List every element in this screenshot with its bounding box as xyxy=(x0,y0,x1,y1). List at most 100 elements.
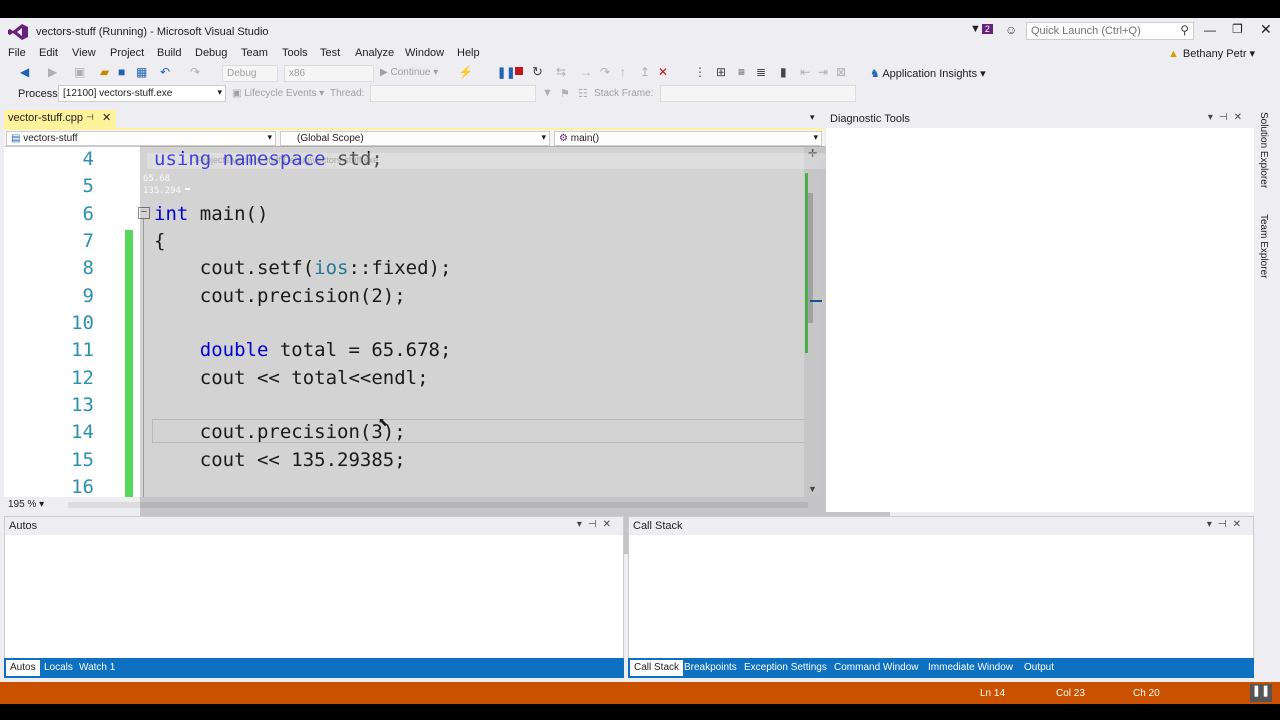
clear-bookmarks-icon[interactable]: ⊠ xyxy=(836,65,846,79)
pin-icon[interactable]: ⊣ xyxy=(86,112,94,123)
flag-icon[interactable]: ⚑ xyxy=(560,87,570,100)
next-bookmark-icon[interactable]: ⇥ xyxy=(818,65,828,79)
line-number: 8 xyxy=(82,257,94,279)
process-select[interactable]: [12100] vectors-stuff.exe ▾ xyxy=(58,85,226,102)
tab-exception-settings[interactable]: Exception Settings xyxy=(740,660,831,676)
panel-controls[interactable]: ▾⊣✕ xyxy=(1208,112,1248,123)
call-stack-header: Call Stack ▾⊣✕ xyxy=(629,517,1253,535)
menu-test[interactable]: Test xyxy=(320,47,340,59)
uncomment-icon[interactable]: ≣ xyxy=(756,65,766,79)
quick-launch-placeholder: Quick Launch (Ctrl+Q) xyxy=(1031,25,1141,37)
break-all-icon[interactable]: ❚❚ xyxy=(497,66,515,79)
tab-immediate-window[interactable]: Immediate Window xyxy=(924,660,1017,676)
menu-team[interactable]: Team xyxy=(241,47,268,59)
panel-controls[interactable]: ▾⊣✕ xyxy=(577,519,617,530)
save-icon[interactable]: ■ xyxy=(118,65,125,79)
menu-debug[interactable]: Debug xyxy=(195,47,227,59)
threads-icon[interactable]: ⋮ xyxy=(694,65,706,79)
menu-window[interactable]: Window xyxy=(405,47,444,59)
solution-config-select[interactable]: Debug xyxy=(222,65,278,82)
line-number: 13 xyxy=(71,394,94,416)
panel-title: Diagnostic Tools xyxy=(830,113,910,125)
tab-label: vector-stuff.cpp xyxy=(8,112,83,124)
menu-build[interactable]: Build xyxy=(157,47,181,59)
redo-icon[interactable]: ↷ xyxy=(190,65,200,79)
restart-icon[interactable]: ↻ xyxy=(532,64,543,80)
back-icon[interactable]: ◀ xyxy=(20,65,29,79)
new-project-icon[interactable]: ▣ xyxy=(74,65,85,79)
tab-output[interactable]: Output xyxy=(1020,660,1058,676)
function-icon: ⚙ xyxy=(559,133,568,144)
tab-call-stack[interactable]: Call Stack xyxy=(630,660,684,676)
menu-file[interactable]: File xyxy=(8,47,26,59)
pause-icon[interactable]: ❚❚ xyxy=(1250,684,1272,702)
step-back-icon[interactable]: ↥ xyxy=(640,65,650,79)
hex-icon[interactable]: ⊞ xyxy=(716,65,726,79)
quick-launch-input[interactable]: Quick Launch (Ctrl+Q) ⚲ xyxy=(1026,22,1194,40)
chevron-down-icon: ▾ xyxy=(541,132,546,142)
close-window-button[interactable]: ✕ xyxy=(1260,21,1272,38)
thread-select[interactable] xyxy=(370,85,536,102)
feedback-icon[interactable]: ☺ xyxy=(1005,23,1017,37)
project-select[interactable]: ▤ vectors-stuff ▾ xyxy=(6,131,276,146)
tab-breakpoints[interactable]: Breakpoints xyxy=(680,660,741,676)
tab-locals[interactable]: Locals xyxy=(40,660,77,676)
comment-icon[interactable]: ≡ xyxy=(738,65,745,79)
console-window[interactable]: ...\Projects\vectors-stuff\Debug\vectors… xyxy=(140,146,890,554)
menu-help[interactable]: Help xyxy=(457,47,480,59)
member-combo-label: main() xyxy=(570,133,600,144)
menu-analyze[interactable]: Analyze xyxy=(355,47,394,59)
hot-reload-icon[interactable]: ⚡ xyxy=(458,65,473,79)
show-next-statement-icon[interactable]: ⇆ xyxy=(556,65,566,79)
minimize-button[interactable]: — xyxy=(1204,23,1216,37)
navigation-bar: ▤ vectors-stuff ▾ (Global Scope) ▾ ⚙ main(… xyxy=(4,130,824,147)
step-out-icon[interactable]: ↑ xyxy=(620,65,626,79)
step-over-icon[interactable]: ↷ xyxy=(600,65,610,79)
menu-edit[interactable]: Edit xyxy=(39,47,58,59)
line-number: 5 xyxy=(82,175,94,197)
scope-select[interactable]: (Global Scope) ▾ xyxy=(280,131,550,146)
continue-button[interactable]: ▶ Continue ▾ xyxy=(380,67,438,78)
menu-view[interactable]: View xyxy=(72,47,96,59)
stop-debugging-icon[interactable] xyxy=(515,67,523,75)
prev-bookmark-icon[interactable]: ⇤ xyxy=(800,65,810,79)
close-icon[interactable]: ✕ xyxy=(102,111,111,124)
menu-project[interactable]: Project xyxy=(110,47,144,59)
stack-frame-select[interactable] xyxy=(660,85,856,102)
lifecycle-events-button[interactable]: ▣ Lifecycle Events ▾ xyxy=(232,88,324,99)
user-account[interactable]: ▲ Bethany Petr ▾ xyxy=(1168,47,1255,60)
filter-icon[interactable]: ▼ xyxy=(542,87,553,99)
tab-vector-stuff-cpp[interactable]: vector-stuff.cpp ⊣ ✕ xyxy=(4,110,116,128)
tab-command-window[interactable]: Command Window xyxy=(830,660,922,676)
tab-team-explorer[interactable]: Team Explorer xyxy=(1258,214,1269,278)
bookmark-icon[interactable]: ▮ xyxy=(780,65,787,79)
forward-icon[interactable]: ▶ xyxy=(48,65,57,79)
chevron-down-icon: ▾ xyxy=(267,132,272,142)
notifications-button[interactable]: ▼ 2 xyxy=(970,23,993,35)
member-select[interactable]: ⚙ main() ▾ xyxy=(554,131,822,146)
chevron-down-icon: ▾ xyxy=(813,132,818,142)
platform-select[interactable]: x86 xyxy=(284,65,374,82)
application-insights-button[interactable]: ♞ Application Insights ▾ xyxy=(870,67,986,80)
zoom-select[interactable]: 195 % ▾ xyxy=(8,499,44,510)
search-icon: ⚲ xyxy=(1180,23,1189,37)
tab-watch-1[interactable]: Watch 1 xyxy=(75,660,119,676)
tab-solution-explorer[interactable]: Solution Explorer xyxy=(1258,112,1269,188)
step-into-icon[interactable]: → xyxy=(580,65,592,79)
visual-studio-window: vectors-stuff (Running) - Microsoft Visu… xyxy=(0,18,1280,704)
restore-button[interactable]: ❐ xyxy=(1232,22,1243,36)
save-all-icon[interactable]: ▦ xyxy=(136,65,147,79)
line-number: 7 xyxy=(82,230,94,252)
threads-view-icon[interactable]: ☷ xyxy=(578,87,588,100)
chevron-down-icon[interactable]: ▾ xyxy=(810,112,815,123)
undo-icon[interactable]: ↶ xyxy=(160,65,170,79)
breakpoint-toggle-icon[interactable]: ✕ xyxy=(658,65,668,79)
open-icon[interactable]: ▰ xyxy=(100,65,109,79)
panel-controls[interactable]: ▾⊣✕ xyxy=(1207,519,1247,530)
line-number: 16 xyxy=(71,476,94,497)
menu-tools[interactable]: Tools xyxy=(282,47,308,59)
filter-icon: ▼ xyxy=(970,23,981,35)
status-bar: Ln 14 Col 23 Ch 20 ❚❚ xyxy=(0,682,1280,704)
autos-header: Autos ▾⊣✕ xyxy=(5,517,623,535)
tab-autos[interactable]: Autos xyxy=(6,660,40,676)
